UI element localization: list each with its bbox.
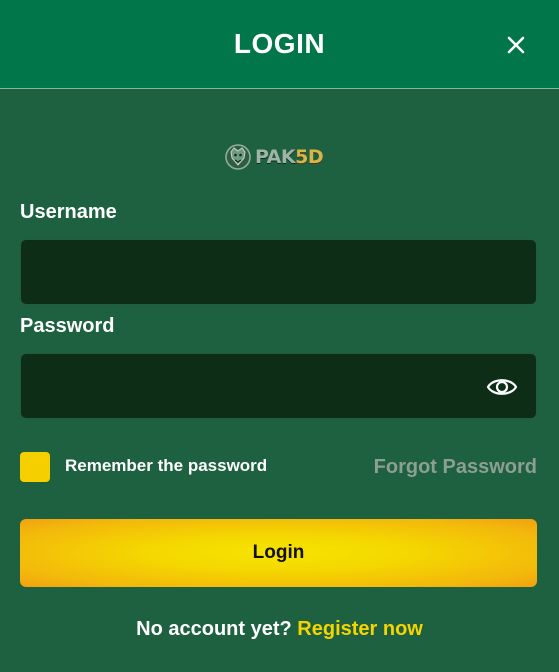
close-icon	[507, 36, 525, 54]
username-field-wrapper	[20, 239, 537, 305]
password-field-wrapper	[20, 353, 537, 419]
brand-logo: PAK5D	[224, 141, 328, 173]
logo-wordmark: PAK5D	[255, 145, 324, 168]
register-now-link[interactable]: Register now	[297, 618, 423, 640]
toggle-password-visibility-button[interactable]	[486, 373, 518, 401]
page-title: LOGIN	[233, 28, 326, 59]
lion-emblem-icon	[225, 144, 251, 170]
close-button[interactable]	[503, 32, 529, 58]
username-input[interactable]	[21, 240, 536, 304]
eye-icon	[486, 379, 518, 395]
no-account-text: No account yet?	[136, 618, 292, 640]
login-modal: LOGIN PAK5D Username Password Remember t…	[0, 0, 559, 672]
password-input[interactable]	[21, 354, 536, 418]
remember-password-label[interactable]: Remember the password	[65, 456, 267, 476]
modal-header: LOGIN	[0, 0, 559, 89]
username-label: Username	[20, 201, 117, 223]
forgot-password-link[interactable]: Forgot Password	[374, 456, 537, 479]
logo-text-pak: PAK	[255, 145, 296, 168]
login-button[interactable]: Login	[20, 519, 537, 587]
remember-password-checkbox[interactable]	[20, 452, 50, 482]
password-label: Password	[20, 315, 115, 337]
register-prompt: No account yet? Register now	[0, 618, 559, 641]
logo-text-5d: 5D	[295, 145, 324, 168]
